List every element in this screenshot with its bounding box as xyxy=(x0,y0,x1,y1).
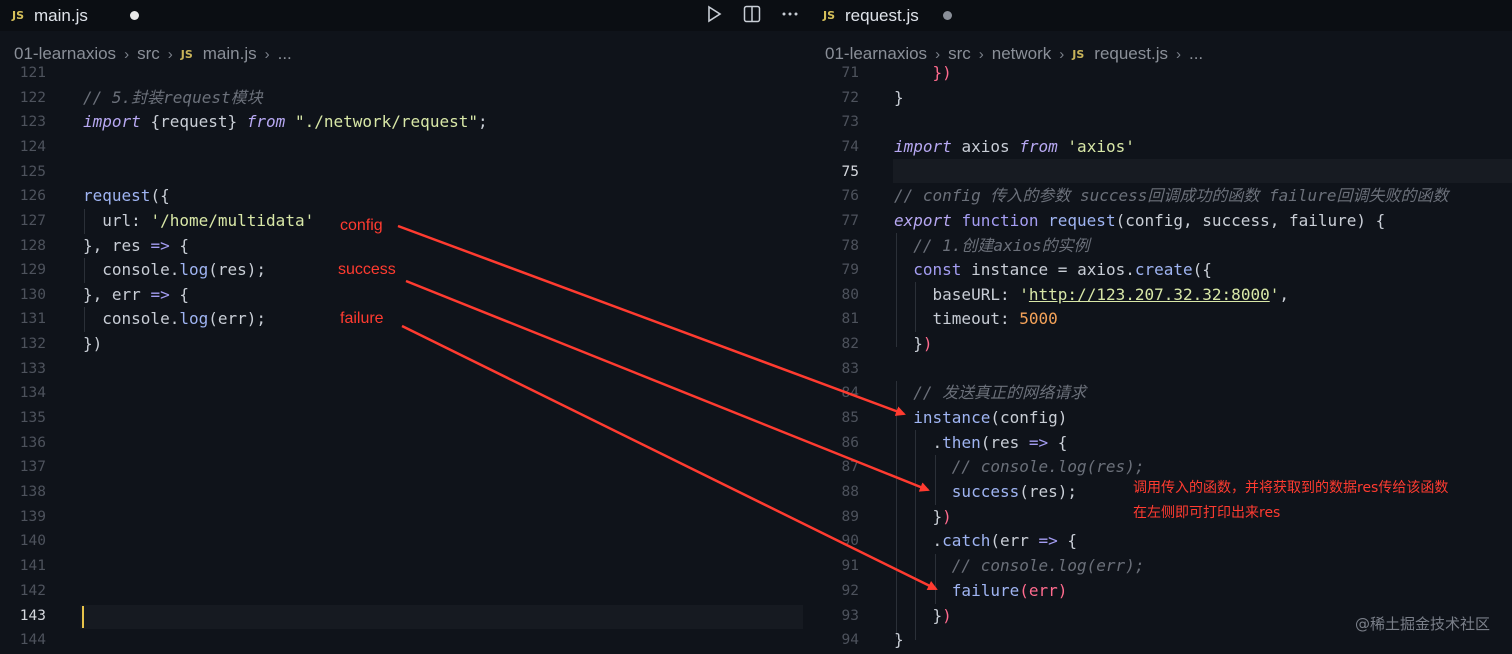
breadcrumb-more[interactable]: ... xyxy=(278,44,292,64)
code-line: 122// 5.封装request模块 xyxy=(19,88,263,107)
code-line: 73 xyxy=(841,114,859,130)
code-line: 142 xyxy=(19,583,46,599)
breadcrumb-more[interactable]: ... xyxy=(1189,44,1203,64)
js-file-icon: JS xyxy=(12,9,25,22)
code-line: 86 .then(res => { xyxy=(841,433,1068,452)
chevron-right-icon: › xyxy=(935,45,941,63)
breadcrumb-file[interactable]: request.js xyxy=(1094,44,1168,64)
code-line: 139 xyxy=(19,509,46,525)
js-file-icon: JS xyxy=(823,9,836,22)
code-line: 124 xyxy=(19,139,46,155)
code-line: 132}) xyxy=(19,334,103,353)
breadcrumb-network[interactable]: network xyxy=(992,44,1052,64)
code-line: 82 }) xyxy=(841,334,933,353)
code-line: 137 xyxy=(19,459,46,475)
code-line: 140 xyxy=(19,533,46,549)
right-tab-bar: JS request.js xyxy=(803,0,1512,31)
split-editor-icon[interactable] xyxy=(742,4,762,28)
code-line: 127 url: '/home/multidata' xyxy=(19,211,315,230)
code-line: 90 .catch(err => { xyxy=(841,531,1078,550)
annotation-note-line1: 调用传入的函数，并将获取到的数据res传给该函数 xyxy=(1133,480,1449,496)
left-tab-bar: JS main.js xyxy=(0,0,803,31)
code-line: 83 xyxy=(841,361,859,377)
chevron-right-icon: › xyxy=(1059,45,1065,63)
code-line: 76// config 传入的参数 success回调成功的函数 failure… xyxy=(841,186,1449,205)
code-editor-right[interactable]: 71 }) 72} 73 74 import axios from 'axios'… xyxy=(803,66,1512,654)
code-line: 135 xyxy=(19,410,46,426)
code-line: 136 xyxy=(19,435,46,451)
code-line: 129 console.log(res); xyxy=(19,260,267,279)
chevron-right-icon: › xyxy=(124,45,130,63)
breadcrumb: 01-learnaxios › src › network › JS reque… xyxy=(825,42,1203,66)
editor-actions xyxy=(686,0,800,31)
tab-main-js[interactable]: JS main.js xyxy=(0,0,88,31)
code-line: 130}, err => { xyxy=(19,285,189,304)
code-line: 77 export function request(config, succes… xyxy=(841,211,1386,230)
tab-request-js[interactable]: JS request.js xyxy=(811,0,919,31)
annotation-failure: failure xyxy=(340,310,384,327)
code-line: 79 const instance = axios.create({ xyxy=(841,260,1212,279)
code-line: 134 xyxy=(19,385,46,401)
unsaved-dot-icon[interactable] xyxy=(943,11,952,20)
js-file-icon: JS xyxy=(1072,47,1085,61)
right-editor-pane: JS request.js 01-learnaxios › src › netw… xyxy=(803,0,1512,654)
code-line: 123 import {request} from "./network/requ… xyxy=(19,112,488,131)
breadcrumb-file[interactable]: main.js xyxy=(203,44,257,64)
code-line: 133 xyxy=(19,361,46,377)
code-line: 138 xyxy=(19,484,46,500)
breadcrumb-src[interactable]: src xyxy=(137,44,160,64)
chevron-right-icon: › xyxy=(1175,45,1181,63)
breadcrumb: 01-learnaxios › src › JS main.js › ... xyxy=(14,42,292,66)
code-line: 131 console.log(err); xyxy=(19,309,267,328)
code-line: 81 timeout: 5000 xyxy=(841,309,1058,328)
code-line: 128}, res => { xyxy=(19,236,189,255)
unsaved-dot-icon[interactable] xyxy=(130,11,139,20)
left-editor-pane: JS main.js 01-learnaxios › src › JS main… xyxy=(0,0,803,654)
code-line: 84 // 发送真正的网络请求 xyxy=(841,383,1087,402)
tab-label: request.js xyxy=(845,5,919,25)
code-line: 72} xyxy=(841,88,904,107)
code-line: 121 xyxy=(19,66,46,81)
code-line: 141 xyxy=(19,558,46,574)
annotation-success: success xyxy=(338,261,396,278)
breadcrumb-folder[interactable]: 01-learnaxios xyxy=(14,44,116,64)
tab-label: main.js xyxy=(34,5,88,25)
code-line: 144 xyxy=(19,632,46,648)
breadcrumb-folder[interactable]: 01-learnaxios xyxy=(825,44,927,64)
code-line: 74 import axios from 'axios' xyxy=(841,137,1135,156)
js-file-icon: JS xyxy=(180,47,193,61)
more-actions-icon[interactable] xyxy=(780,4,800,28)
run-icon[interactable] xyxy=(704,4,724,28)
code-line: 80 baseURL: 'http://123.207.32.32:8000', xyxy=(841,285,1289,304)
code-line: 75 xyxy=(841,164,859,180)
annotation-note-line2: 在左侧即可打印出来res xyxy=(1133,505,1281,521)
watermark: @稀土掘金技术社区 xyxy=(1354,615,1490,633)
chevron-right-icon: › xyxy=(167,45,173,63)
code-line: 92 failure(err) xyxy=(841,581,1068,600)
code-line: 91 // console.log(err); xyxy=(841,556,1145,575)
code-editor-left[interactable]: 121 122// 5.封装request模块 123 import {reque… xyxy=(0,66,803,654)
code-line: 126 request({ xyxy=(19,186,170,205)
active-line-number: 143 xyxy=(19,608,46,624)
annotation-config: config xyxy=(340,217,383,234)
code-line: 85 instance(config) xyxy=(841,408,1068,427)
breadcrumb-src[interactable]: src xyxy=(948,44,971,64)
chevron-right-icon: › xyxy=(978,45,984,63)
code-line: 78 // 1.创建axios的实例 xyxy=(841,236,1090,255)
code-line: 143 xyxy=(0,604,803,629)
chevron-right-icon: › xyxy=(264,45,270,63)
code-line: 71 }) xyxy=(841,66,952,82)
code-line: 125 xyxy=(19,164,46,180)
